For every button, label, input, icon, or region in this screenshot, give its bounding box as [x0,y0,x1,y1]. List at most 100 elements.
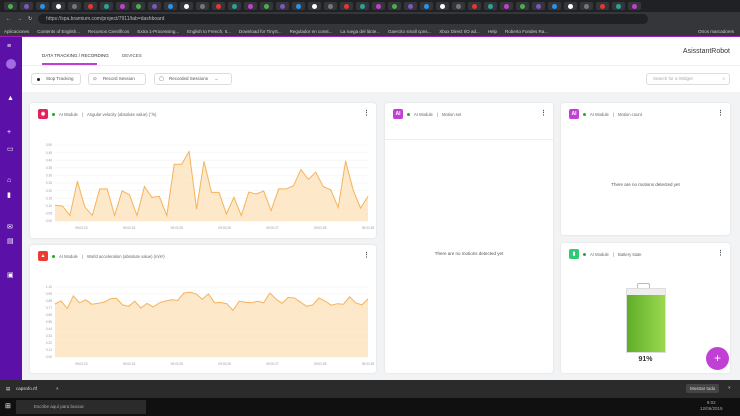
bookmark-item[interactable]: Gaercito small cpns... [388,29,431,34]
bookmark-item[interactable]: Recursos Científicos [88,29,129,34]
browser-tab[interactable] [596,2,609,10]
more-options-icon[interactable]: ⋮ [717,249,724,257]
data-point [116,298,117,299]
bookmark-item[interactable]: Regulador en const... [290,29,333,34]
widget-motion-count: AI AI Module | Motion count ⋮ There are no … [561,103,730,235]
browser-tab[interactable] [260,2,273,10]
add-icon[interactable]: + [7,129,11,136]
browser-tab[interactable] [100,2,113,10]
more-options-icon[interactable]: ⋮ [540,109,547,117]
menu-icon[interactable]: ≡ [7,43,11,50]
browser-tab[interactable] [180,2,193,10]
widget-search-input[interactable]: Search for a Widget ⌕ [646,73,730,85]
forward-icon[interactable]: → [17,16,22,22]
browser-tab[interactable] [452,2,465,10]
browser-tab[interactable] [116,2,129,10]
browser-tab[interactable] [36,2,49,10]
browser-tab[interactable] [212,2,225,10]
more-options-icon[interactable]: ⋮ [363,251,370,259]
bookmark-item[interactable]: Help [488,29,497,34]
stop-label: Stop Tracking [46,76,74,81]
gallery-icon[interactable]: ▣ [7,271,14,279]
browser-tab[interactable] [196,2,209,10]
browser-tab[interactable] [164,2,177,10]
browser-tab[interactable] [516,2,529,10]
browser-tab[interactable] [308,2,321,10]
data-point [84,206,86,208]
browser-tab-strip[interactable] [0,0,740,12]
windows-start-icon[interactable]: ⊞ [5,402,11,410]
record-session-button[interactable]: ⊙ Record Session [88,73,146,85]
browser-tab[interactable] [500,2,513,10]
bookmark-item[interactable]: Roberto Fondes Ra... [505,29,548,34]
bookmark-item[interactable]: Contents of English... [37,29,80,34]
browser-tab[interactable] [436,2,449,10]
taskbar-search-input[interactable]: Escribe aquí para buscar [16,400,146,414]
browser-tab[interactable] [388,2,401,10]
tab-data-tracking[interactable]: DATA TRACKING / RECORDING [42,53,109,58]
browser-tab[interactable] [324,2,337,10]
browser-tab[interactable] [580,2,593,10]
browser-tab[interactable] [244,2,257,10]
tab-devices[interactable]: DEVICES [122,53,142,58]
clock[interactable]: 9:02 12/06/2019 [700,400,723,412]
reload-icon[interactable]: ↻ [28,16,32,22]
browser-tab[interactable] [468,2,481,10]
browser-tab[interactable] [68,2,81,10]
browser-tab[interactable] [52,2,65,10]
browser-tab[interactable] [564,2,577,10]
stop-tracking-button[interactable]: Stop Tracking [31,73,81,85]
more-options-icon[interactable]: ⋮ [363,109,370,117]
bookmark-item[interactable]: La ruega del lácte... [340,29,380,34]
bookmark-item[interactable]: Xbox Direct I/O ad... [439,29,480,34]
back-icon[interactable]: ← [6,16,11,22]
browser-tab[interactable] [4,2,17,10]
favicon-icon [264,3,269,9]
data-point [177,300,179,301]
browser-tab[interactable] [148,2,161,10]
battery-fill [627,294,665,352]
home-icon[interactable]: ⌂ [7,177,11,184]
favicon-icon [104,3,109,9]
browser-tab[interactable] [484,2,497,10]
browser-tab[interactable] [276,2,289,10]
alert-icon[interactable]: ▲ [7,95,14,102]
favicon-icon [568,3,573,9]
avatar[interactable] [6,59,16,69]
browser-tab[interactable] [404,2,417,10]
document-icon[interactable]: ▮ [7,191,11,199]
browser-tab[interactable] [292,2,305,10]
browser-tab[interactable] [420,2,433,10]
recorded-sessions-button[interactable]: ◯ Recorded Sessions → [154,73,232,85]
download-file[interactable]: capsnfo.rtf [16,386,37,391]
add-widget-button[interactable]: + [706,347,729,370]
data-point [109,298,111,300]
download-menu-icon[interactable]: ˄ [56,386,59,391]
bookmark-item[interactable]: English to French, It... [187,29,231,34]
data-point [91,215,93,216]
show-all-button[interactable]: Mostrar todo [686,384,720,393]
browser-tab[interactable] [228,2,241,10]
y-tick-label: 0.11 [46,348,52,352]
url-input[interactable]: https://spa.bramium.com/project/7911/tab… [38,14,649,24]
browser-tab[interactable] [84,2,97,10]
bookmark-item[interactable]: Aplicaciones [4,29,29,34]
close-icon[interactable]: × [728,385,731,390]
browser-tab[interactable] [628,2,641,10]
clock-icon: ◯ [159,76,165,81]
bookmark-item[interactable]: Extra 1-Processing... [137,29,179,34]
browser-tab[interactable] [20,2,33,10]
browser-tab[interactable] [612,2,625,10]
device-icon[interactable]: ▭ [7,145,14,153]
browser-tab[interactable] [532,2,545,10]
browser-tab[interactable] [548,2,561,10]
bookmark-item[interactable]: Download for TinyS... [239,29,282,34]
browser-tab[interactable] [372,2,385,10]
browser-tab[interactable] [132,2,145,10]
mail-icon[interactable]: ✉ [7,223,13,231]
browser-tab[interactable] [340,2,353,10]
browser-tab[interactable] [356,2,369,10]
chart-icon[interactable]: ▤ [7,237,14,245]
more-options-icon[interactable]: ⋮ [717,109,724,117]
bookmark-item[interactable]: Otros marcadores [698,29,734,34]
